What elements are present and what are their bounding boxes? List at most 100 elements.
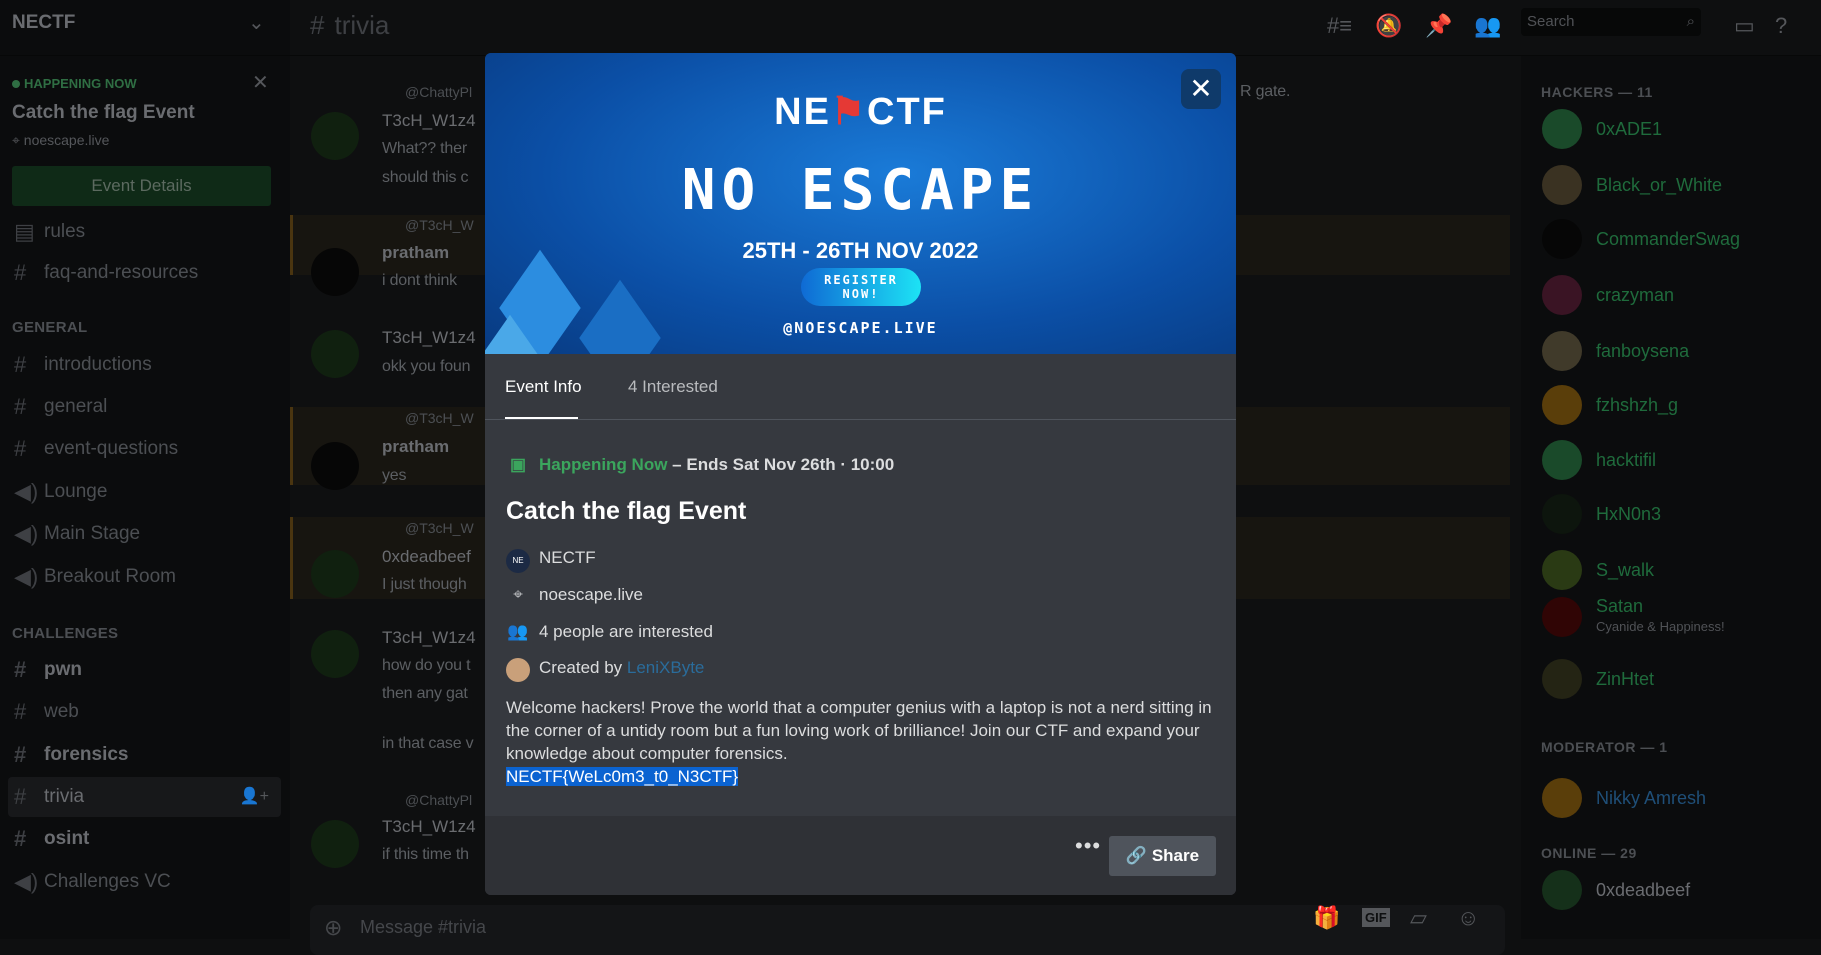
sticker-icon[interactable]: ▱ [1410,905,1427,931]
avatar[interactable] [311,248,359,296]
channel-label: Main Stage [44,523,141,544]
creator-link[interactable]: LeniXByte [627,658,705,677]
member-name: ZinHtet [1596,669,1655,689]
channel-label: pwn [44,659,82,680]
channel-pwn[interactable]: # pwn [8,650,281,690]
message-author[interactable]: pratham [382,437,449,457]
channel-event-questions[interactable]: # event-questions [8,429,281,469]
reply-reference[interactable]: @T3cH_W [405,520,474,536]
inbox-icon[interactable]: ▭ [1734,13,1755,39]
channel-challenges-vc[interactable]: ◀) Challenges VC [8,862,281,902]
help-icon[interactable]: ? [1775,13,1787,39]
message-text: should this c [382,169,469,186]
channel-web[interactable]: # web [8,692,281,732]
channel-introductions[interactable]: # introductions [8,345,281,385]
calendar-icon: ▣ [509,455,527,474]
category-challenges[interactable]: CHALLENGES [12,625,118,642]
channel-lounge[interactable]: ◀) Lounge [8,472,281,512]
server-icon: NE [506,549,530,573]
channel-faq-and-resources[interactable]: # faq-and-resources [8,253,281,293]
event-location-row: ⌖ noescape.live [506,585,643,605]
speaker-icon: ◀) [14,564,39,589]
channel-general[interactable]: # general [8,387,281,427]
pin-icon[interactable]: 📌 [1425,13,1452,39]
avatar[interactable] [311,550,359,598]
avatar [1542,385,1582,425]
rules-icon: ▤ [14,219,35,244]
message-placeholder: Message #trivia [360,917,487,937]
member-name: 0xADE1 [1596,119,1663,139]
message-author[interactable]: T3cH_W1z4 [382,328,476,348]
message-author[interactable]: pratham [382,243,449,263]
avatar[interactable] [311,112,359,160]
event-status: Happening Now [539,455,668,474]
avatar[interactable] [311,820,359,868]
message-author[interactable]: T3cH_W1z4 [382,111,476,131]
message-text: yes [382,467,407,484]
message-text: in that case v [382,735,474,752]
search-input[interactable]: Search ⌕ [1521,8,1701,36]
hash-icon: # [310,10,325,40]
close-button[interactable]: ✕ [1181,69,1221,109]
member-name: Satan [1596,596,1644,616]
gif-icon[interactable]: GIF [1362,908,1390,927]
creator-avatar [506,658,530,682]
event-location-text: noescape.live [23,132,110,148]
more-options-icon[interactable]: ••• [1075,833,1101,859]
channel-sidebar: NECTF ⌄ HAPPENING NOW ✕ Catch the flag E… [0,0,290,939]
emoji-icon[interactable]: ☺ [1457,905,1479,931]
members-icon[interactable]: 👥 [1474,13,1501,39]
invite-icon[interactable]: 👤+ [240,777,269,817]
reply-reference[interactable]: @T3cH_W [405,217,474,233]
avatar [1542,778,1582,818]
channel-osint[interactable]: # osint [8,819,281,859]
event-end-time: – Ends Sat Nov 26th · 10:00 [667,455,895,474]
threads-icon[interactable]: #≡ [1327,13,1352,39]
add-attachment-icon[interactable]: ⊕ [324,915,342,941]
channel-label: faq-and-resources [44,262,199,283]
tab-interested[interactable]: 4 Interested [628,377,718,397]
channel-forensics[interactable]: # forensics [8,735,281,775]
avatar [1542,870,1582,910]
channel-main-stage[interactable]: ◀) Main Stage [8,514,281,554]
avatar [1542,275,1582,315]
speaker-icon: ◀) [14,521,39,546]
share-label: Share [1151,846,1200,865]
location-icon: ⌖ [513,585,523,604]
avatar [1542,165,1582,205]
share-button[interactable]: 🔗 Share [1109,836,1216,876]
mute-bell-icon[interactable]: 🔕 [1375,13,1402,39]
reply-reference[interactable]: @ChattyPl [405,84,472,100]
event-details-button[interactable]: Event Details [12,166,271,206]
event-cover-image: NE⚑CTF NO ESCAPE 25TH - 26TH NOV 2022 RE… [485,53,1236,354]
avatar[interactable] [311,330,359,378]
channel-name: trivia [334,10,390,40]
search-icon: ⌕ [1686,13,1695,30]
chevron-down-icon[interactable]: ⌄ [248,10,265,35]
member-name: S_walk [1596,560,1655,580]
channel-rules[interactable]: ▤ rules [8,212,281,252]
channel-label: osint [44,828,90,849]
avatar[interactable] [311,442,359,490]
channel-label: forensics [44,744,129,765]
avatar [1542,597,1582,637]
message-text: if this time th [382,846,469,863]
message-author[interactable]: T3cH_W1z4 [382,817,476,837]
tab-event-info[interactable]: Event Info [505,377,582,397]
message-author[interactable]: 0xdeadbeef [382,547,471,567]
reply-reference[interactable]: @T3cH_W [405,410,474,426]
member-group-header: HACKERS — 11 [1541,84,1653,100]
reply-reference[interactable]: @ChattyPl [405,792,472,808]
message-author[interactable]: T3cH_W1z4 [382,628,476,648]
message-text: i dont think [382,272,457,289]
member-status: Cyanide & Happiness! [1596,619,1725,634]
close-icon[interactable]: ✕ [252,70,269,95]
speaker-icon: ◀) [14,869,39,894]
gift-icon[interactable]: 🎁 [1313,905,1340,931]
avatar[interactable] [311,630,359,678]
channel-breakout-room[interactable]: ◀) Breakout Room [8,557,281,597]
channel-trivia[interactable]: # trivia 👤+ [8,777,281,817]
category-general[interactable]: GENERAL [12,319,87,336]
server-name[interactable]: NECTF [12,12,75,34]
banner-handle: @NOESCAPE.LIVE [783,319,938,337]
